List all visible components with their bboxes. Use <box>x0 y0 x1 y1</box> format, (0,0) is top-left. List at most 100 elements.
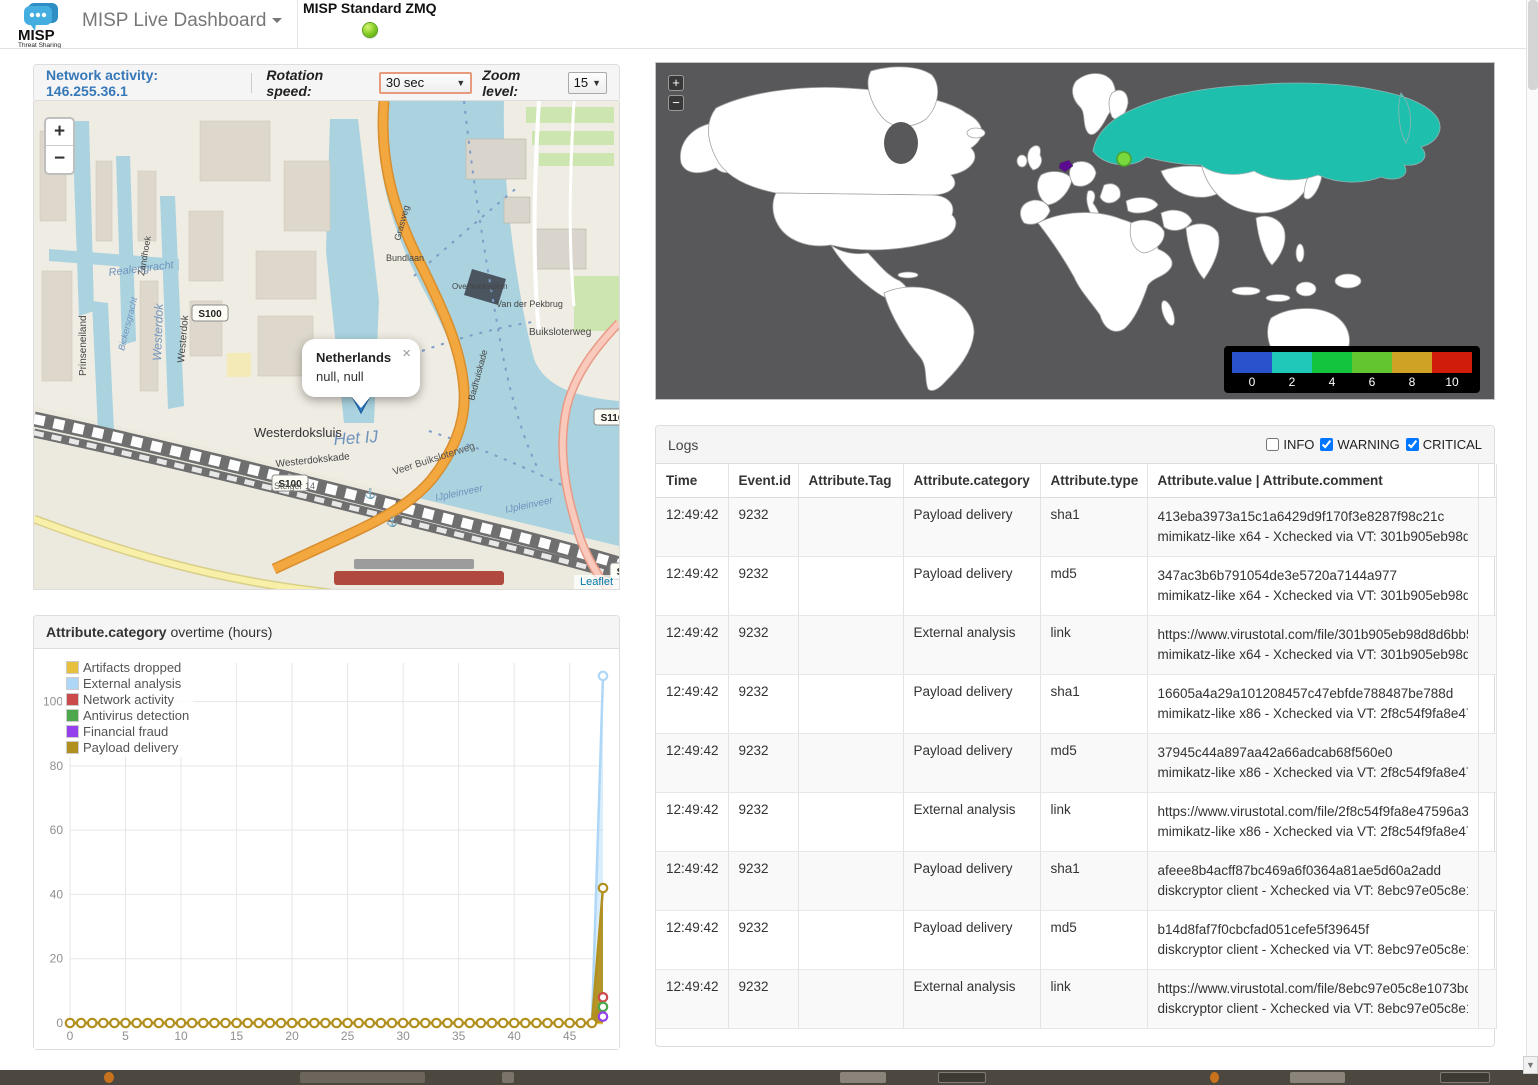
legend-color-segment <box>1232 352 1272 373</box>
filter-critical: CRITICAL <box>1406 437 1482 452</box>
rotation-speed-select[interactable]: 30 sec ▼ <box>379 72 472 94</box>
svg-text:Westerdoksluis: Westerdoksluis <box>254 425 342 440</box>
legend-swatch-icon <box>66 709 79 722</box>
log-attribute-value: afeee8b4acff87bc469a6f0364a81ae5d60a2add… <box>1147 851 1478 910</box>
taskbar-item[interactable] <box>938 1072 986 1083</box>
svg-text:Amsterdam Centraal: Amsterdam Centraal <box>329 587 446 590</box>
log-attribute-value: b14d8faf7f0cbcfad051cefe5f39645fdiskcryp… <box>1147 910 1478 969</box>
svg-text:S116: S116 <box>601 413 619 424</box>
svg-text:100: 100 <box>43 695 63 709</box>
column-header: Attribute.Tag <box>798 464 903 497</box>
log-event-id: 9232 <box>728 497 798 556</box>
attribute-value: 16605a4a29a101208457c47ebfde788487be788d <box>1158 684 1468 704</box>
log-event-id: 9232 <box>728 910 798 969</box>
attribute-comment: mimikatz-like x64 - Xchecked via VT: 301… <box>1158 645 1468 665</box>
taskbar-item[interactable] <box>840 1072 886 1083</box>
attribute-value: 413eba3973a15c1a6429d9f170f3e8287f98c21c <box>1158 507 1468 527</box>
world-map[interactable]: + − 0246810 <box>655 62 1495 400</box>
svg-text:Overhoeksplein: Overhoeksplein <box>452 282 508 291</box>
table-row: 12:49:429232Payload deliverysha1413eba39… <box>656 497 1496 556</box>
log-time: 12:49:42 <box>656 792 728 851</box>
world-map-marker[interactable] <box>1117 152 1131 166</box>
taskbar-item[interactable] <box>1210 1072 1219 1083</box>
legend-tick-label: 0 <box>1232 373 1272 389</box>
log-row-spacer <box>1478 556 1496 615</box>
log-event-id: 9232 <box>728 792 798 851</box>
taskbar-item[interactable] <box>502 1072 514 1083</box>
legend-swatch-icon <box>66 725 79 738</box>
legend-swatch-icon <box>66 661 79 674</box>
dashboard-menu[interactable]: MISP Live Dashboard <box>82 10 282 32</box>
log-event-id: 9232 <box>728 969 798 1028</box>
filter-critical-checkbox[interactable] <box>1406 438 1419 451</box>
taskbar-item[interactable] <box>1290 1072 1345 1083</box>
column-header: Attribute.category <box>903 464 1040 497</box>
top-navbar: MISP Threat Sharing MISP Live Dashboard … <box>0 0 1538 49</box>
country-philippines <box>1296 244 1304 262</box>
world-zoom-out-button[interactable]: − <box>668 95 684 111</box>
log-attribute-category: Payload delivery <box>903 556 1040 615</box>
zoom-level-label: Zoom level: <box>482 67 557 99</box>
rotation-speed-value: 30 sec <box>386 75 424 90</box>
country-cuba <box>898 272 918 278</box>
leaflet-map[interactable]: S100 S100 S116 S116 S11 Het IJ Westerdok… <box>33 101 620 590</box>
log-event-id: 9232 <box>728 733 798 792</box>
category-title-rest: overtime (hours) <box>167 624 273 640</box>
map-zoom-out-button[interactable]: − <box>46 146 73 173</box>
legend-color-segment <box>1272 352 1312 373</box>
map-zoom-control: + − <box>44 117 75 175</box>
log-attribute-category: Payload delivery <box>903 851 1040 910</box>
svg-text:Prinseneiland: Prinseneiland <box>78 315 89 376</box>
attribute-comment: diskcryptor client - Xchecked via VT: 8e… <box>1158 940 1468 960</box>
taskbar-item[interactable] <box>300 1072 425 1083</box>
legend-color-segment <box>1432 352 1472 373</box>
map-zoom-in-button[interactable]: + <box>46 119 73 146</box>
chevron-down-icon <box>272 18 282 23</box>
svg-text:0: 0 <box>67 1029 74 1043</box>
log-attribute-value: https://www.virustotal.com/file/8ebc97e0… <box>1147 969 1478 1028</box>
attribute-value: 347ac3b6b791054de3e5720a7144a977 <box>1158 566 1468 586</box>
popup-title: Netherlands <box>316 350 406 365</box>
legend-label: Network activity <box>83 692 174 707</box>
misp-logo[interactable]: MISP Threat Sharing <box>14 2 72 48</box>
svg-text:80: 80 <box>50 759 64 773</box>
log-time: 12:49:42 <box>656 733 728 792</box>
zoom-level-select[interactable]: 15 ▼ <box>568 72 607 94</box>
scrollbar-down-arrow[interactable]: ▼ <box>1523 1056 1538 1074</box>
filter-label: WARNING <box>1337 437 1399 452</box>
popup-tail <box>351 396 371 408</box>
page-scrollbar[interactable] <box>1526 0 1538 1070</box>
table-row: 12:49:429232Payload deliverysha116605a4a… <box>656 674 1496 733</box>
country-new-guinea <box>1335 274 1361 288</box>
log-row-spacer <box>1478 733 1496 792</box>
svg-text:45: 45 <box>563 1029 577 1043</box>
legend-tick-label: 4 <box>1312 373 1352 389</box>
taskbar-item[interactable] <box>1440 1072 1490 1083</box>
country-borneo <box>1296 282 1316 296</box>
table-row: 12:49:429232Payload deliverymd5347ac3b6b… <box>656 556 1496 615</box>
table-row: 12:49:429232External analysislinkhttps:/… <box>656 969 1496 1028</box>
log-attribute-tag <box>798 556 903 615</box>
filter-warning-checkbox[interactable] <box>1320 438 1333 451</box>
filter-info-checkbox[interactable] <box>1266 438 1279 451</box>
select-caret-icon: ▼ <box>456 78 465 88</box>
scrollbar-thumb[interactable] <box>1528 0 1538 90</box>
zmq-status-block: MISP Standard ZMQ <box>303 0 437 16</box>
map-attribution[interactable]: Leaflet <box>574 575 619 589</box>
legend-color-segment <box>1352 352 1392 373</box>
log-attribute-category: External analysis <box>903 792 1040 851</box>
log-attribute-value: https://www.virustotal.com/file/2f8c54f9… <box>1147 792 1478 851</box>
legend-color-segment <box>1312 352 1352 373</box>
log-attribute-value: 37945c44a897aa42a66adcab68f560e0mimikatz… <box>1147 733 1478 792</box>
log-attribute-tag <box>798 910 903 969</box>
taskbar-item[interactable] <box>104 1072 114 1083</box>
popup-close-icon[interactable]: × <box>402 345 411 362</box>
logs-title: Logs <box>668 437 698 453</box>
legend-swatch-icon <box>66 741 79 754</box>
chart-legend-entry: Antivirus detection <box>66 707 189 723</box>
svg-text:S100: S100 <box>198 309 222 320</box>
attribute-comment: mimikatz-like x86 - Xchecked via VT: 2f8… <box>1158 822 1468 842</box>
world-zoom-in-button[interactable]: + <box>668 75 684 91</box>
log-row-spacer <box>1478 615 1496 674</box>
legend-tick-label: 6 <box>1352 373 1392 389</box>
